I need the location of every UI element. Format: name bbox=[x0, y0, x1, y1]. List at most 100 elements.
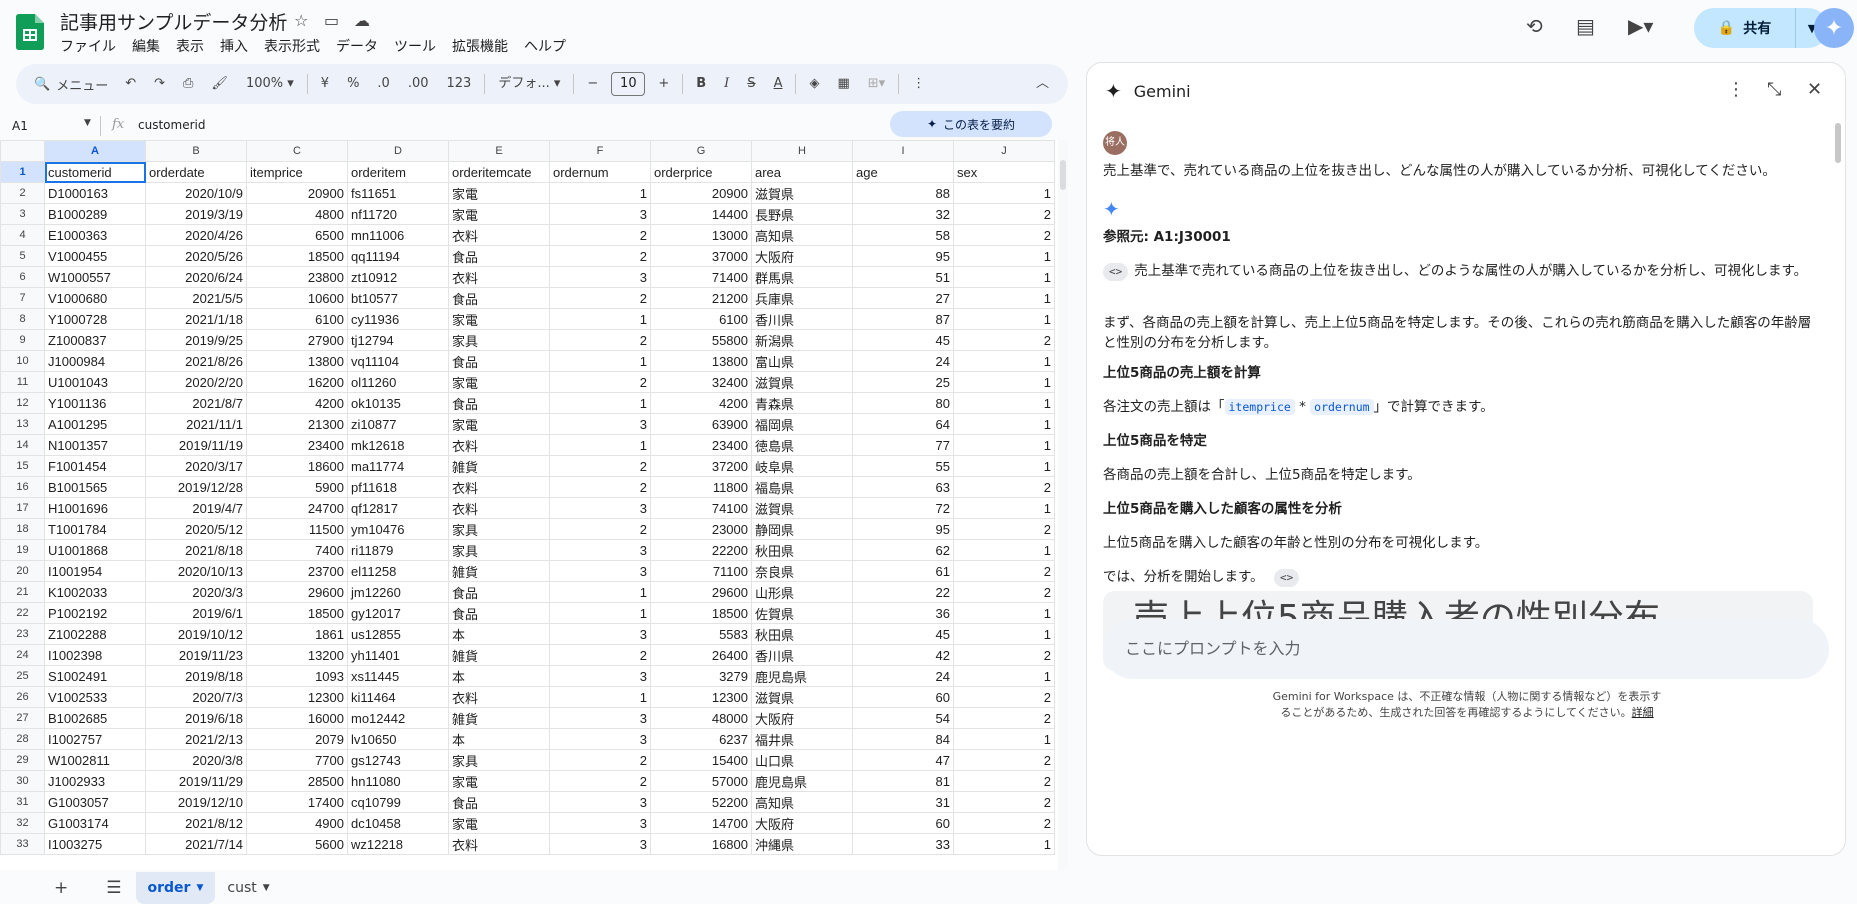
cell[interactable]: 29600 bbox=[246, 581, 348, 603]
cell[interactable]: 2 bbox=[549, 455, 651, 477]
cell[interactable]: 香川県 bbox=[751, 644, 853, 666]
cell[interactable]: 2021/1/18 bbox=[145, 308, 247, 330]
cell[interactable]: 沖縄県 bbox=[751, 833, 853, 855]
cell[interactable]: 1 bbox=[953, 371, 1055, 393]
text-color-icon[interactable]: A bbox=[765, 64, 792, 104]
cell[interactable]: 2019/11/29 bbox=[145, 770, 247, 792]
cell[interactable]: 食品 bbox=[448, 245, 550, 267]
cell[interactable]: 2 bbox=[953, 518, 1055, 540]
row-header[interactable]: 22 bbox=[0, 602, 45, 624]
cell[interactable]: 2021/5/5 bbox=[145, 287, 247, 309]
more-options-icon[interactable]: ⋮ bbox=[903, 64, 934, 104]
cloud-status-icon[interactable]: ☁ bbox=[354, 11, 370, 30]
cell[interactable]: 95 bbox=[852, 245, 954, 267]
vertical-scrollbar[interactable] bbox=[1058, 140, 1068, 870]
cell[interactable]: 鹿児島県 bbox=[751, 770, 853, 792]
cell[interactable]: 大阪府 bbox=[751, 812, 853, 834]
cell[interactable]: 家具 bbox=[448, 749, 550, 771]
cell[interactable]: 2 bbox=[549, 245, 651, 267]
cell[interactable]: 57000 bbox=[650, 770, 752, 792]
cell[interactable]: 16800 bbox=[650, 833, 752, 855]
cell[interactable]: 1 bbox=[953, 665, 1055, 687]
cell[interactable]: us12855 bbox=[347, 623, 449, 645]
cell[interactable]: 32 bbox=[852, 203, 954, 225]
cell[interactable]: mo12442 bbox=[347, 707, 449, 729]
cell[interactable]: Z1002288 bbox=[44, 623, 146, 645]
strikethrough-icon[interactable]: S bbox=[738, 64, 764, 104]
cell[interactable]: 富山県 bbox=[751, 350, 853, 372]
cell[interactable]: 1 bbox=[953, 455, 1055, 477]
cell[interactable]: 2021/8/12 bbox=[145, 812, 247, 834]
cell[interactable]: 2019/12/10 bbox=[145, 791, 247, 813]
cell[interactable]: 48000 bbox=[650, 707, 752, 729]
cell[interactable]: 滋賀県 bbox=[751, 686, 853, 708]
row-header[interactable]: 15 bbox=[0, 455, 45, 477]
cell[interactable]: 16000 bbox=[246, 707, 348, 729]
cell[interactable]: 81 bbox=[852, 770, 954, 792]
cell[interactable]: 家電 bbox=[448, 308, 550, 330]
cell[interactable]: 60 bbox=[852, 812, 954, 834]
cell[interactable]: 2020/10/13 bbox=[145, 560, 247, 582]
menu-format[interactable]: 表示形式 bbox=[256, 36, 328, 58]
cell[interactable]: 2 bbox=[549, 749, 651, 771]
cell[interactable]: cq10799 bbox=[347, 791, 449, 813]
row-header[interactable]: 24 bbox=[0, 644, 45, 666]
cell[interactable]: 6500 bbox=[246, 224, 348, 246]
cell[interactable]: 1 bbox=[549, 392, 651, 414]
cell[interactable]: 95 bbox=[852, 518, 954, 540]
cell[interactable]: el11258 bbox=[347, 560, 449, 582]
cell[interactable]: 3 bbox=[549, 203, 651, 225]
menu-edit[interactable]: 編集 bbox=[124, 36, 168, 58]
cell[interactable]: 23700 bbox=[246, 560, 348, 582]
cell[interactable]: 雑貨 bbox=[448, 455, 550, 477]
cell[interactable]: W1002811 bbox=[44, 749, 146, 771]
cell[interactable]: 群馬県 bbox=[751, 266, 853, 288]
cell[interactable]: 2 bbox=[953, 329, 1055, 351]
column-header-b[interactable]: B bbox=[145, 140, 247, 162]
cell[interactable]: 2021/2/13 bbox=[145, 728, 247, 750]
cell[interactable]: 2020/6/24 bbox=[145, 266, 247, 288]
cell[interactable]: 山形県 bbox=[751, 581, 853, 603]
cell[interactable]: 2 bbox=[549, 371, 651, 393]
cell[interactable]: 2 bbox=[549, 476, 651, 498]
cell[interactable]: 2 bbox=[953, 203, 1055, 225]
cell[interactable]: 2 bbox=[953, 581, 1055, 603]
row-header[interactable]: 6 bbox=[0, 266, 45, 288]
cell[interactable]: jm12260 bbox=[347, 581, 449, 603]
cell[interactable]: 1861 bbox=[246, 623, 348, 645]
cell[interactable]: 21300 bbox=[246, 413, 348, 435]
cell[interactable]: 17400 bbox=[246, 791, 348, 813]
cell[interactable]: Y1001136 bbox=[44, 392, 146, 414]
cell[interactable]: 長野県 bbox=[751, 203, 853, 225]
cell[interactable]: 1 bbox=[953, 182, 1055, 204]
zoom-select[interactable]: 100% ▾ bbox=[237, 64, 303, 104]
cell[interactable]: 徳島県 bbox=[751, 434, 853, 456]
cell[interactable]: 2019/4/7 bbox=[145, 497, 247, 519]
select-all-corner[interactable] bbox=[0, 140, 45, 162]
column-header-a[interactable]: A bbox=[44, 140, 146, 162]
cell[interactable]: 2 bbox=[549, 329, 651, 351]
row-header[interactable]: 27 bbox=[0, 707, 45, 729]
cell[interactable]: 27 bbox=[852, 287, 954, 309]
cell[interactable]: 11500 bbox=[246, 518, 348, 540]
cell[interactable]: 5900 bbox=[246, 476, 348, 498]
name-box-dropdown-icon[interactable]: ▼ bbox=[84, 118, 91, 128]
merge-cells-icon[interactable]: ⊞▾ bbox=[859, 64, 894, 104]
cell[interactable]: 2019/11/23 bbox=[145, 644, 247, 666]
cell[interactable]: U1001043 bbox=[44, 371, 146, 393]
comments-icon[interactable]: ▤ bbox=[1576, 14, 1595, 38]
cell[interactable]: 5600 bbox=[246, 833, 348, 855]
cell[interactable]: 3 bbox=[549, 728, 651, 750]
cell[interactable]: 2 bbox=[953, 476, 1055, 498]
cell[interactable]: T1001784 bbox=[44, 518, 146, 540]
cell[interactable]: 3 bbox=[549, 497, 651, 519]
cell[interactable]: 12300 bbox=[246, 686, 348, 708]
cell[interactable]: 47 bbox=[852, 749, 954, 771]
cell[interactable]: 3 bbox=[549, 413, 651, 435]
panel-scrollbar-thumb[interactable] bbox=[1835, 123, 1841, 163]
cell[interactable]: 20900 bbox=[650, 182, 752, 204]
cell[interactable]: A1001295 bbox=[44, 413, 146, 435]
cell[interactable]: 14700 bbox=[650, 812, 752, 834]
cell[interactable]: 家電 bbox=[448, 770, 550, 792]
menu-help[interactable]: ヘルプ bbox=[516, 36, 574, 58]
